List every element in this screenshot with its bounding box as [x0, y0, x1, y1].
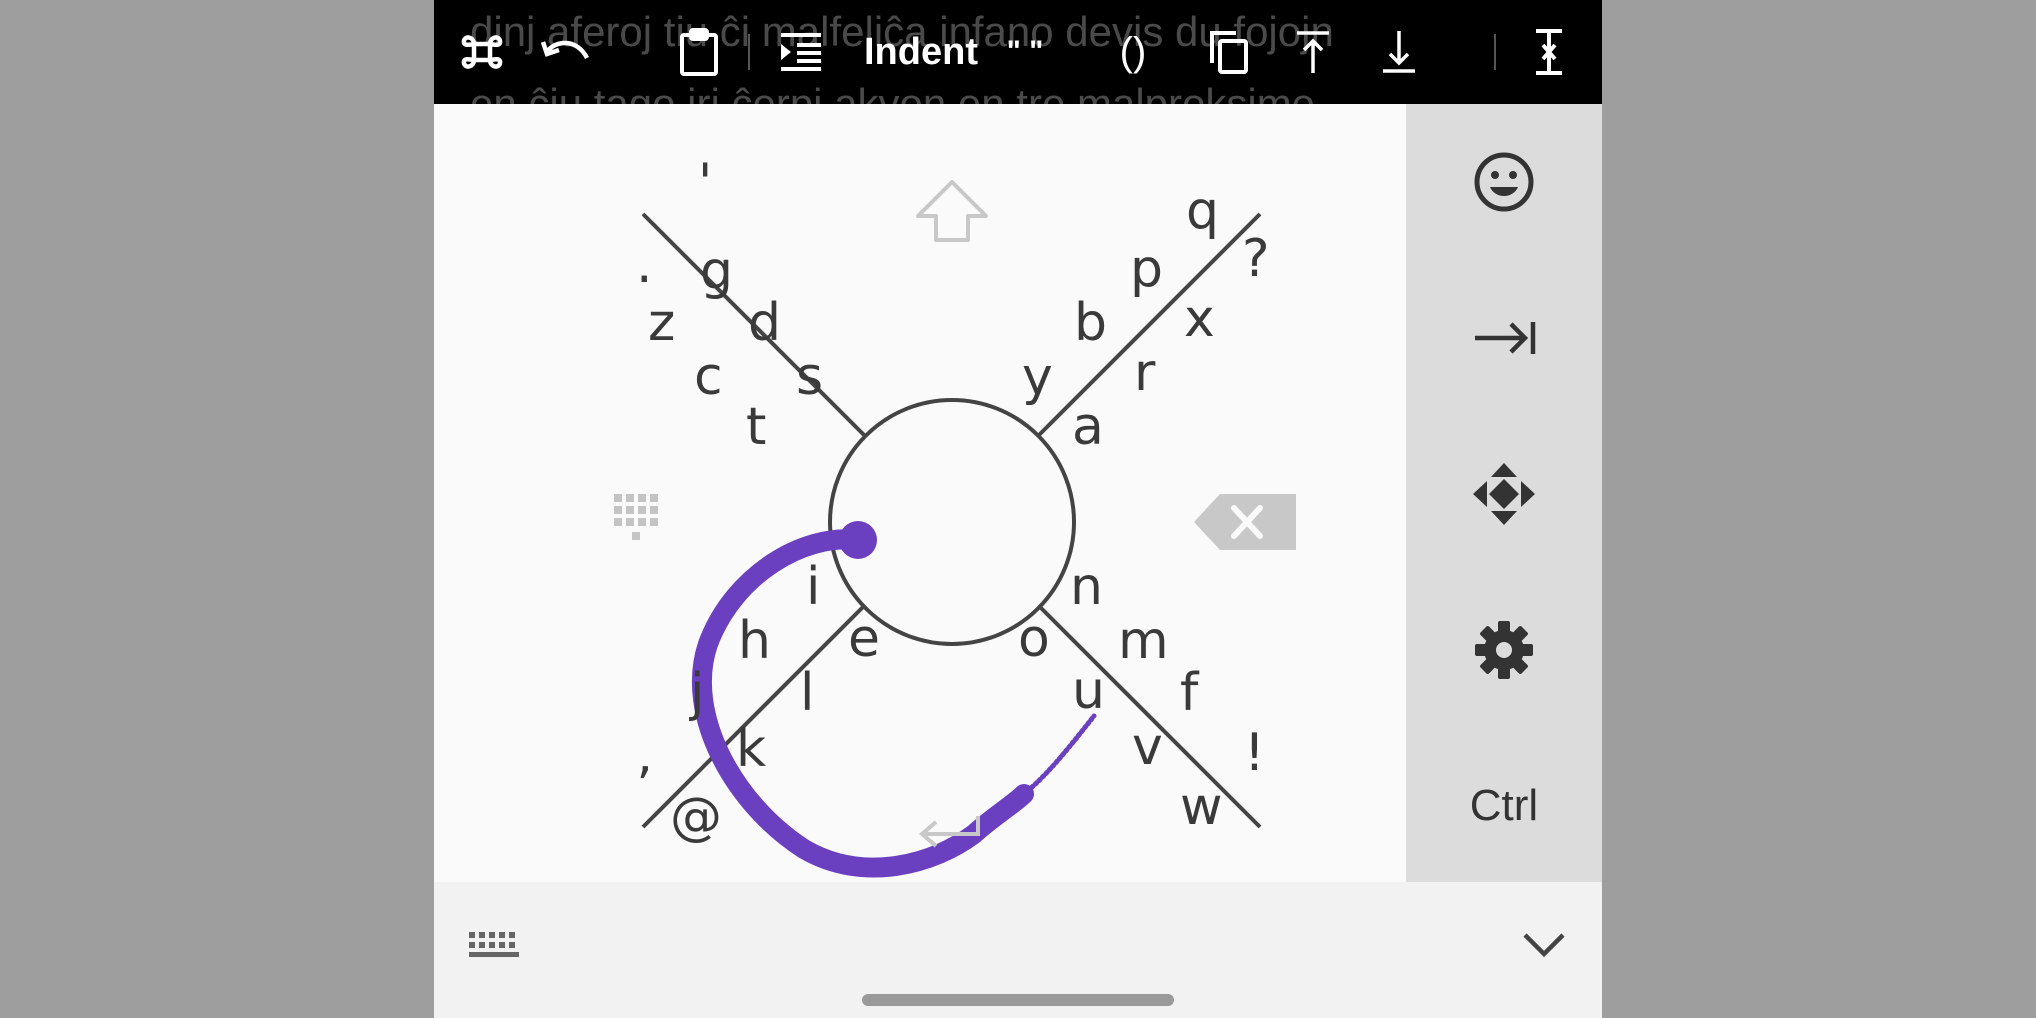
numpad-icon[interactable] — [614, 494, 658, 540]
keyboard-area[interactable]: ' . g z d c s t q ? p x b r y a i h e j … — [434, 104, 1406, 882]
gesture-trail-tail — [1021, 713, 1097, 797]
gear-icon — [1475, 621, 1533, 679]
keyboard-icon — [469, 932, 519, 957]
bottom-bar — [434, 882, 1602, 1018]
emoji-button[interactable] — [1406, 104, 1602, 260]
key-question[interactable]: ? — [1242, 229, 1270, 289]
key-c[interactable]: c — [694, 347, 723, 407]
key-r[interactable]: r — [1134, 343, 1156, 403]
move-arrows-icon — [1473, 463, 1535, 525]
key-u[interactable]: u — [1072, 661, 1105, 721]
home-indicator[interactable] — [862, 994, 1174, 1006]
chevron-down-icon — [1523, 933, 1565, 958]
key-s[interactable]: s — [796, 347, 823, 407]
toolbar-divider — [748, 34, 750, 70]
quotes-button[interactable]: " " — [990, 0, 1060, 104]
move-cursor-button[interactable] — [1406, 416, 1602, 572]
parentheses-button[interactable]: () — [1106, 0, 1160, 104]
key-i[interactable]: i — [806, 557, 820, 617]
editing-toolbar: dinj aferoj tiu ĉi malfeliĉa infano devi… — [434, 0, 1602, 104]
clipboard-icon — [680, 28, 718, 76]
key-apostrophe[interactable]: ' — [698, 153, 712, 213]
key-n[interactable]: n — [1070, 557, 1103, 617]
clipboard-button[interactable] — [674, 0, 724, 104]
command-button[interactable] — [456, 0, 508, 104]
key-a[interactable]: a — [1072, 397, 1104, 457]
tab-button[interactable] — [1406, 260, 1602, 416]
key-d[interactable]: d — [748, 293, 781, 353]
key-x[interactable]: x — [1184, 289, 1215, 349]
ctrl-label: Ctrl — [1469, 781, 1539, 830]
key-h[interactable]: h — [738, 611, 771, 671]
tab-icon — [1475, 322, 1536, 354]
keyboard-switch-button[interactable] — [464, 924, 524, 968]
key-w[interactable]: w — [1180, 777, 1223, 837]
arrow-to-bottom-icon — [1383, 31, 1415, 73]
key-o[interactable]: o — [1018, 609, 1050, 669]
key-k[interactable]: k — [736, 719, 766, 779]
gesture-start — [839, 521, 877, 559]
command-icon — [461, 35, 503, 69]
text-cursor-button[interactable] — [1524, 0, 1574, 104]
undo-icon — [540, 40, 590, 60]
phone-screen: dinj aferoj tiu ĉi malfeliĉa infano devi… — [434, 0, 1602, 1018]
ctrl-button[interactable]: Ctrl — [1406, 728, 1602, 884]
collapse-keyboard-button[interactable] — [1514, 920, 1574, 970]
key-at[interactable]: @ — [670, 787, 722, 847]
key-exclamation[interactable]: ! — [1244, 723, 1265, 783]
copy-button[interactable] — [1204, 0, 1254, 104]
emoji-icon — [1474, 152, 1534, 212]
key-e[interactable]: e — [848, 609, 880, 669]
center-circle[interactable] — [828, 398, 1076, 646]
key-f[interactable]: f — [1180, 663, 1200, 723]
undo-button[interactable] — [536, 0, 596, 104]
key-z[interactable]: z — [648, 293, 675, 353]
key-v[interactable]: v — [1132, 717, 1163, 777]
arrow-to-top-icon — [1297, 31, 1329, 73]
backspace-icon[interactable] — [1194, 494, 1296, 550]
move-to-top-button[interactable] — [1288, 0, 1338, 104]
side-panel: Ctrl — [1406, 104, 1602, 882]
key-right-quote[interactable]: ’ — [636, 757, 653, 817]
indent-label-button[interactable]: Indent — [856, 0, 986, 104]
key-m[interactable]: m — [1118, 611, 1169, 671]
key-j[interactable]: j — [689, 663, 704, 723]
key-l[interactable]: l — [800, 663, 814, 723]
keyboard-canvas[interactable]: ' . g z d c s t q ? p x b r y a i h e j … — [434, 104, 1406, 882]
key-b[interactable]: b — [1074, 293, 1107, 353]
key-p[interactable]: p — [1130, 239, 1163, 299]
toolbar-divider — [1494, 34, 1496, 70]
indent-icon — [781, 33, 821, 71]
shift-arrow-icon[interactable] — [916, 180, 988, 242]
settings-button[interactable] — [1406, 572, 1602, 728]
key-g[interactable]: g — [700, 241, 733, 301]
key-period[interactable]: . — [636, 235, 653, 295]
copy-icon — [1210, 31, 1248, 74]
move-to-bottom-button[interactable] — [1374, 0, 1424, 104]
indent-button[interactable] — [774, 0, 828, 104]
key-q[interactable]: q — [1186, 181, 1219, 241]
key-y[interactable]: y — [1022, 347, 1053, 407]
key-t[interactable]: t — [746, 397, 766, 457]
text-cursor-icon — [1536, 29, 1562, 75]
